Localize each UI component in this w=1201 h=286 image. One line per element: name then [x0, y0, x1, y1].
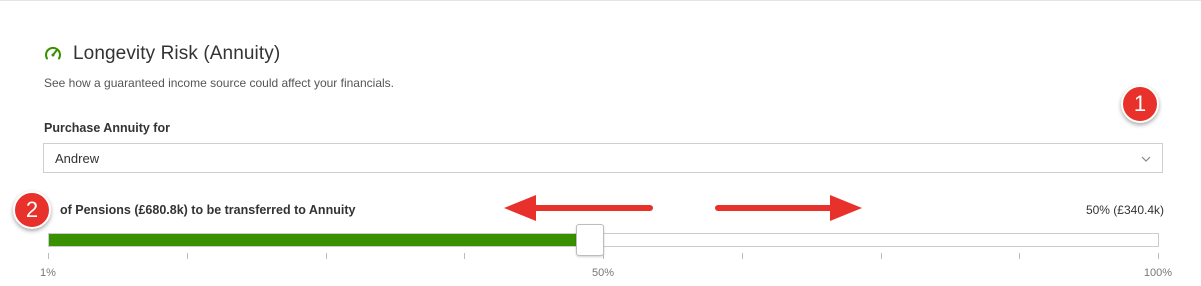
slider-tick: [603, 253, 604, 259]
slider-tick: [1158, 253, 1159, 259]
tick-label-max: 100%: [1143, 267, 1173, 279]
slider-tick: [1019, 253, 1020, 259]
slider-label: of Pensions (£680.8k) to be transferred …: [60, 203, 356, 217]
slider-handle[interactable]: [576, 224, 604, 256]
annotation-badge-1: 1: [1121, 85, 1159, 123]
chevron-down-icon: [1140, 152, 1152, 164]
purchase-annuity-label: Purchase Annuity for: [44, 121, 170, 135]
slider-tick: [881, 253, 882, 259]
tick-label-mid: 50%: [591, 267, 615, 279]
annotation-badge-2: 2: [13, 191, 51, 229]
slider-tick: [48, 253, 49, 259]
tick-label-min: 1%: [40, 267, 56, 279]
slider-fill: [49, 234, 579, 246]
slider-tick: [464, 253, 465, 259]
slider-tick: [187, 253, 188, 259]
page-title: Longevity Risk (Annuity): [73, 43, 281, 64]
slider-value: 50% (£340.4k): [1085, 203, 1164, 217]
speedometer-icon: [44, 45, 62, 63]
slider-tick: [742, 253, 743, 259]
slider-tick: [326, 253, 327, 259]
top-divider: [0, 0, 1201, 1]
purchase-annuity-select[interactable]: Andrew: [43, 143, 1163, 173]
arrow-right-icon: [715, 195, 862, 221]
arrow-left-icon: [504, 195, 653, 221]
section-header: Longevity Risk (Annuity): [44, 40, 280, 68]
page-subtitle: See how a guaranteed income source could…: [44, 76, 394, 90]
selected-person: Andrew: [55, 150, 100, 166]
